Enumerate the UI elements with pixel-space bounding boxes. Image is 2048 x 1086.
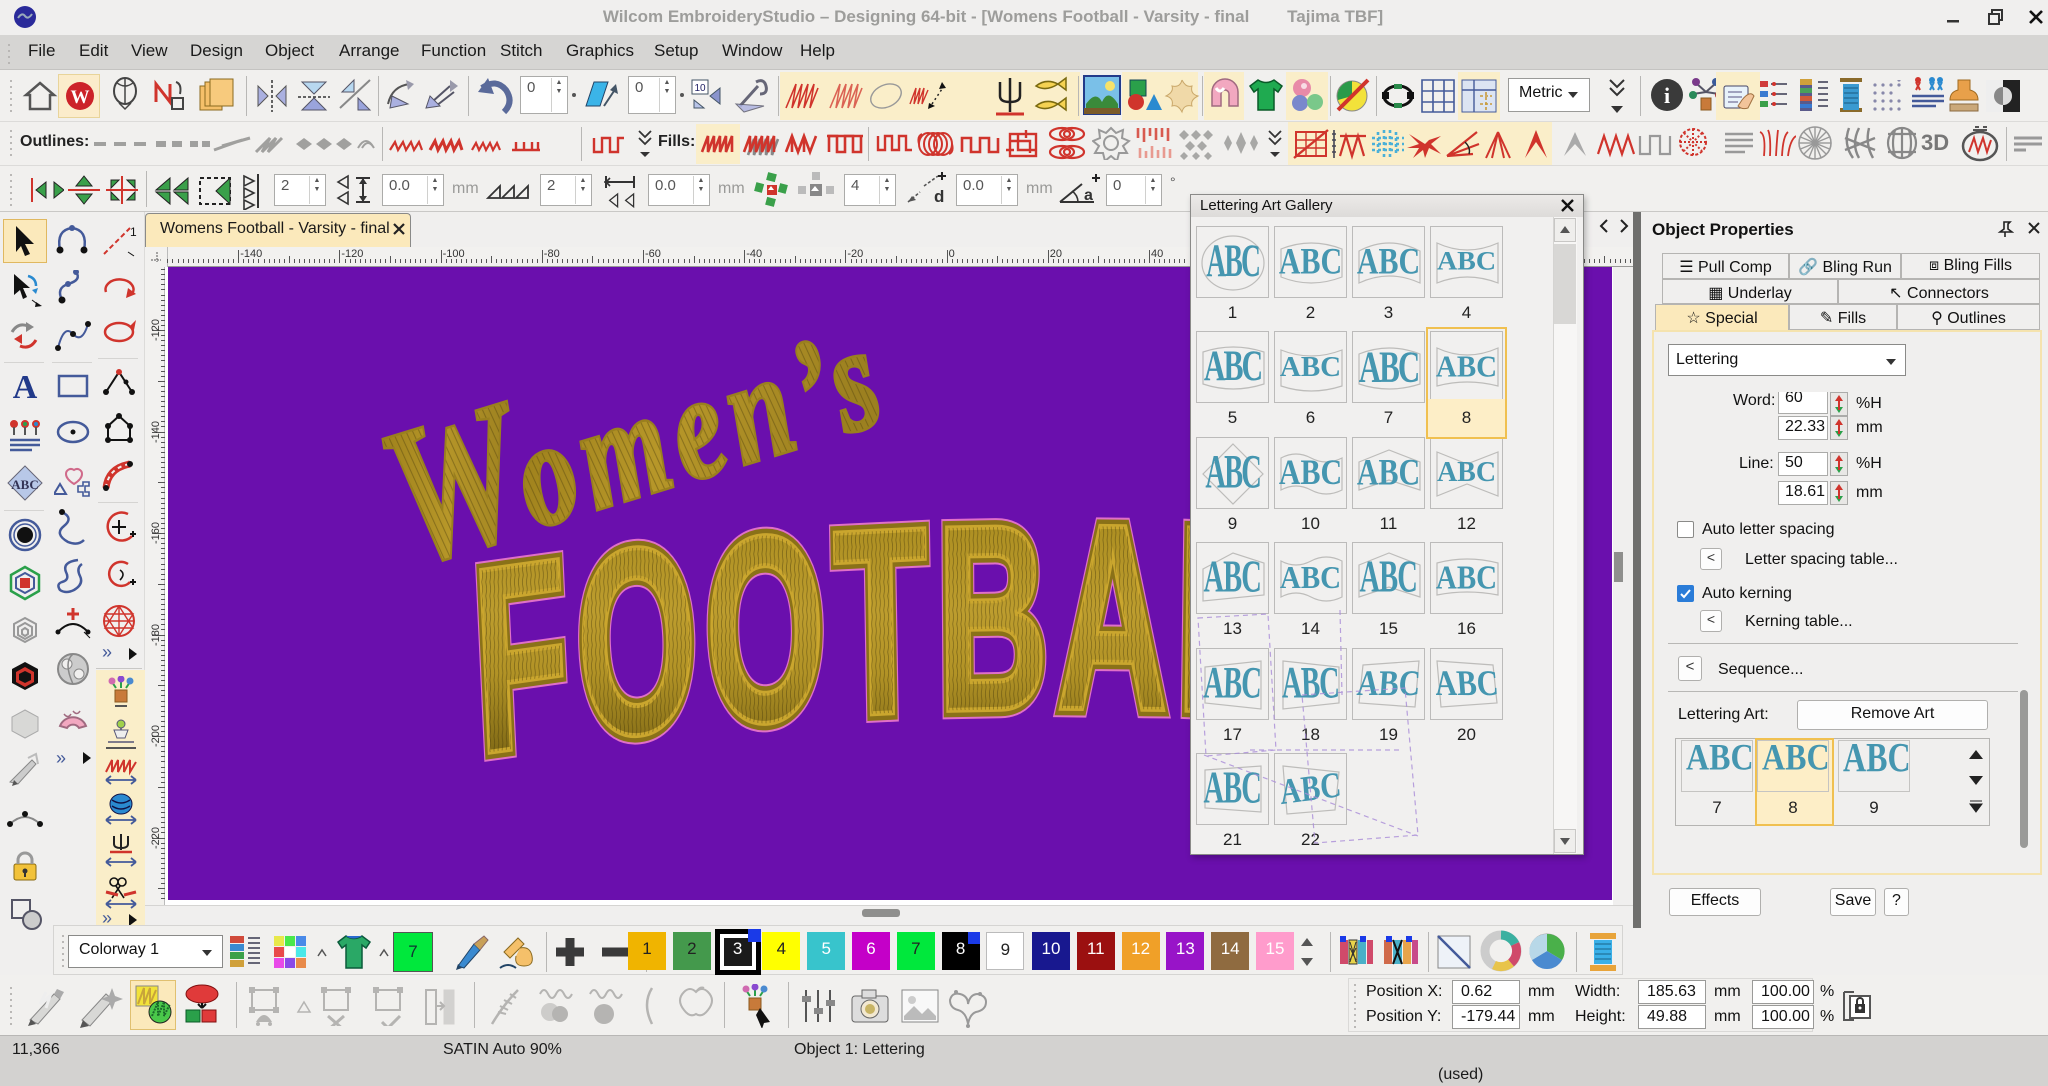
svg-text:a: a [1084, 187, 1093, 204]
svg-text:i: i [1664, 83, 1670, 108]
svg-text:1: 1 [130, 225, 137, 239]
svg-text:d: d [934, 187, 944, 206]
svg-text:ABC: ABC [11, 477, 38, 492]
svg-text:10: 10 [694, 83, 706, 94]
svg-text:FOOTBAL: FOOTBAL [468, 468, 1281, 809]
svg-text:A: A [13, 369, 38, 406]
svg-text:W: W [71, 87, 90, 108]
